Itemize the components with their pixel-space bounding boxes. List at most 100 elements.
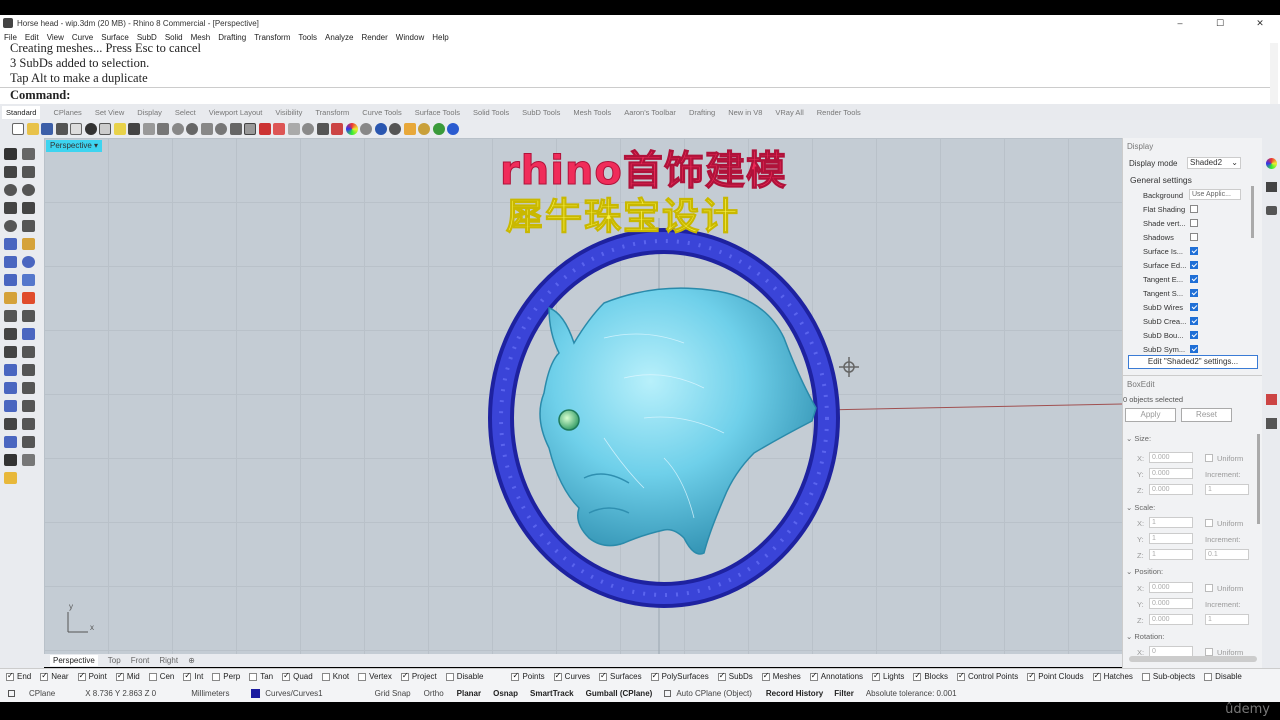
ellipse-icon[interactable] <box>22 184 35 196</box>
point-icon[interactable] <box>22 148 35 160</box>
offset-icon[interactable] <box>22 436 35 448</box>
scale-z-field[interactable]: 1 <box>1149 549 1193 560</box>
filter-meshes[interactable]: Meshes <box>761 671 801 681</box>
menu-analyze[interactable]: Analyze <box>325 33 353 42</box>
apply-button[interactable]: Apply <box>1125 408 1176 422</box>
subd-wires-checkbox[interactable] <box>1190 303 1198 311</box>
tab-drafting[interactable]: Drafting <box>689 108 715 117</box>
undo-icon[interactable] <box>128 123 140 135</box>
tab-new-in-v8[interactable]: New in V8 <box>728 108 762 117</box>
tab-curve-tools[interactable]: Curve Tools <box>362 108 401 117</box>
subd-symmetry-checkbox[interactable] <box>1190 345 1198 353</box>
shaded-sphere-icon[interactable] <box>360 123 372 135</box>
new-file-icon[interactable] <box>12 123 24 135</box>
copy-icon[interactable] <box>99 123 111 135</box>
osnap-project[interactable]: Project <box>400 671 437 681</box>
loft-icon[interactable] <box>22 238 35 250</box>
globe-icon[interactable] <box>432 123 445 135</box>
polyline-icon[interactable] <box>4 166 17 178</box>
trim-icon[interactable] <box>4 346 17 358</box>
cplane-label[interactable]: CPlane <box>29 689 55 698</box>
display-scrollbar[interactable] <box>1251 186 1254 238</box>
tab-subd-tools[interactable]: SubD Tools <box>522 108 560 117</box>
osnap-int[interactable]: Int <box>183 671 203 681</box>
tab-render-tools[interactable]: Render Tools <box>817 108 861 117</box>
arc-icon[interactable] <box>4 220 17 232</box>
tab-transform[interactable]: Transform <box>315 108 349 117</box>
gumball-toggle[interactable]: Gumball (CPlane) <box>586 689 653 698</box>
menu-tools[interactable]: Tools <box>298 33 317 42</box>
analyze-check-icon[interactable] <box>4 454 17 466</box>
viewport-tab-perspective[interactable]: Perspective <box>50 655 98 666</box>
fillet-curve-icon[interactable] <box>22 220 35 232</box>
filter-polysurfaces[interactable]: PolySurfaces <box>650 671 709 681</box>
help-icon[interactable] <box>447 123 459 135</box>
scale-increment-field[interactable]: 0.1 <box>1205 549 1249 560</box>
scale-x-field[interactable]: 1 <box>1149 517 1193 528</box>
size-y-field[interactable]: 0.000 <box>1149 468 1193 479</box>
pan-icon[interactable] <box>142 123 155 135</box>
size-x-field[interactable]: 0.000 <box>1149 452 1193 463</box>
flat-shading-checkbox[interactable] <box>1190 205 1198 213</box>
tab-visibility[interactable]: Visibility <box>275 108 302 117</box>
properties-panel-icon[interactable] <box>1266 418 1277 429</box>
grid-snap-icon[interactable] <box>287 123 300 135</box>
osnap-toggle[interactable]: Osnap <box>493 689 518 698</box>
menu-help[interactable]: Help <box>432 33 448 42</box>
horizontal-scrollbar[interactable] <box>1129 656 1257 662</box>
array-icon[interactable] <box>4 400 17 412</box>
maximize-button[interactable]: ☐ <box>1200 15 1240 31</box>
reset-button[interactable]: Reset <box>1181 408 1232 422</box>
filter-point-clouds[interactable]: Point Clouds <box>1027 671 1084 681</box>
light-bulb-icon[interactable] <box>302 123 314 135</box>
grid-icon[interactable] <box>4 418 17 430</box>
four-viewports-icon[interactable] <box>244 123 256 135</box>
print-icon[interactable] <box>55 123 68 135</box>
size-uniform-checkbox[interactable] <box>1205 454 1213 462</box>
boxedit-scrollbar[interactable] <box>1257 434 1260 524</box>
color-wheel-icon[interactable] <box>345 123 358 135</box>
tab-viewport-layout[interactable]: Viewport Layout <box>209 108 263 117</box>
rotate-view-icon[interactable] <box>157 123 169 135</box>
osnap-cen[interactable]: Cen <box>148 672 174 681</box>
mirror-icon[interactable] <box>22 382 35 394</box>
osnap-quad[interactable]: Quad <box>282 671 313 681</box>
ortho-toggle[interactable]: Ortho <box>424 689 444 698</box>
tab-solid-tools[interactable]: Solid Tools <box>473 108 509 117</box>
shade-vertex-checkbox[interactable] <box>1190 219 1198 227</box>
edit-display-mode-button[interactable]: Edit "Shaded2" settings... <box>1128 355 1258 369</box>
display-mode-select[interactable]: Shaded2 ⌄ <box>1187 157 1241 169</box>
filter-toggle[interactable]: Filter <box>834 689 854 698</box>
flow-icon[interactable] <box>4 436 17 448</box>
osnap-mid[interactable]: Mid <box>115 671 140 681</box>
plugin-icon[interactable] <box>403 123 416 135</box>
shadows-checkbox[interactable] <box>1190 233 1198 241</box>
filter-subds[interactable]: SubDs <box>717 671 753 681</box>
minimize-button[interactable]: – <box>1160 15 1200 31</box>
undo-view-icon[interactable] <box>229 123 242 135</box>
orient-icon[interactable] <box>22 400 35 412</box>
current-layer[interactable]: Curves/Curves1 <box>265 689 322 698</box>
perspective-viewport[interactable]: y x Perspective ▾ rhino首饰建模 犀牛珠宝设计 <box>44 138 1122 654</box>
position-uniform-checkbox[interactable] <box>1205 584 1213 592</box>
circle-icon[interactable] <box>4 184 17 196</box>
rendered-sphere-icon[interactable] <box>374 123 387 135</box>
filter-points[interactable]: Points <box>511 671 545 681</box>
scale-uniform-checkbox[interactable] <box>1205 519 1213 527</box>
smarttrack-toggle[interactable]: SmartTrack <box>530 689 574 698</box>
join-icon[interactable] <box>22 328 35 340</box>
render-icon[interactable] <box>389 123 401 135</box>
explode-icon[interactable] <box>22 418 35 430</box>
tab-aarons-toolbar[interactable]: Aaron's Toolbar <box>624 108 676 117</box>
osnap-disable[interactable]: Disable <box>445 672 483 681</box>
split-icon[interactable] <box>4 328 17 340</box>
background-select[interactable]: Use Applic... <box>1189 189 1241 200</box>
tab-standard[interactable]: Standard <box>2 105 41 119</box>
position-increment-field[interactable]: 1 <box>1205 614 1249 625</box>
filter-blocks[interactable]: Blocks <box>913 671 948 681</box>
box-icon[interactable] <box>4 256 17 268</box>
auto-cplane-checkbox[interactable] <box>664 689 672 697</box>
subd-boundary-checkbox[interactable] <box>1190 331 1198 339</box>
filter-control-points[interactable]: Control Points <box>956 671 1018 681</box>
tab-vray-all[interactable]: VRay All <box>775 108 803 117</box>
